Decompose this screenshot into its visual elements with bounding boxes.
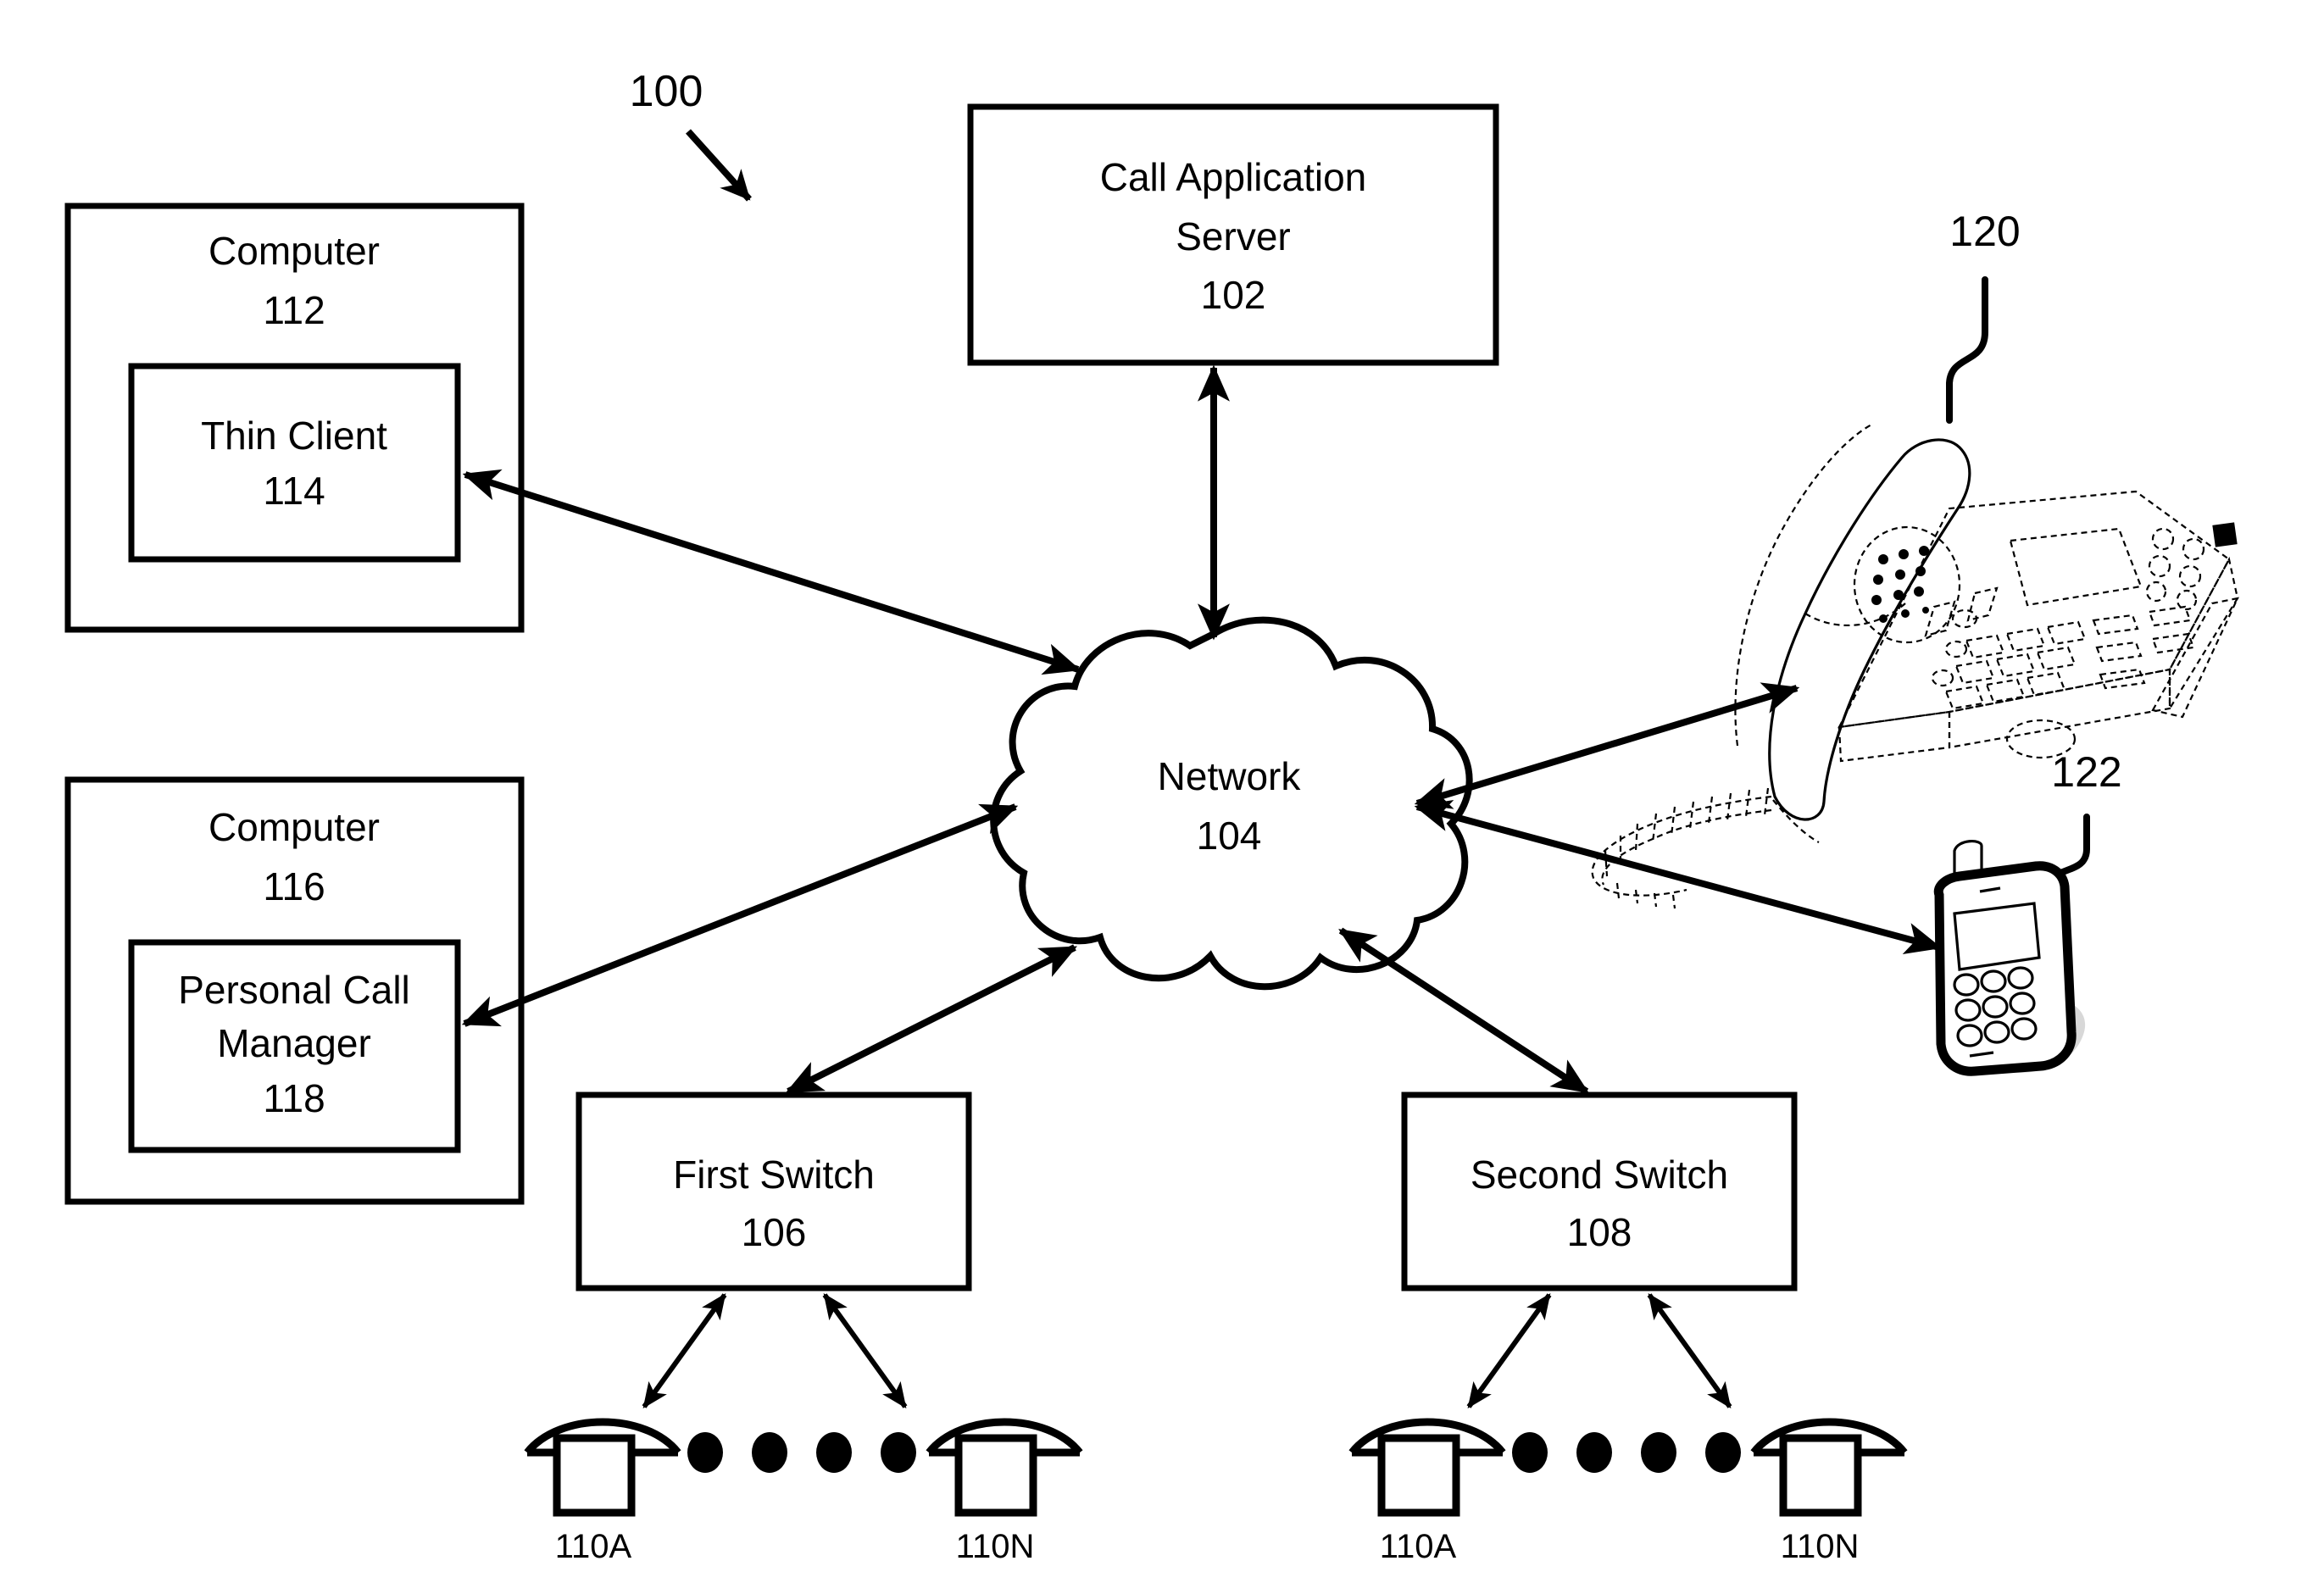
first-switch-ref: 106 bbox=[742, 1210, 807, 1254]
telephone-endpoint-icon bbox=[1750, 1418, 1908, 1517]
telephone-endpoint-icon bbox=[1348, 1418, 1506, 1517]
call-application-server-node: Call Application Server 102 bbox=[967, 103, 1499, 366]
desk-phone-keypad bbox=[1924, 527, 2205, 710]
computer-116-node: Computer 116 Personal Call Manager 118 bbox=[64, 776, 525, 1205]
desk-phone-speaker-dots bbox=[1871, 546, 1929, 623]
endpoint-ellipsis-dots-right bbox=[1512, 1432, 1741, 1473]
connection-firstswitch-endpoint-110a bbox=[642, 1293, 727, 1408]
thin-client-box bbox=[128, 363, 461, 563]
desk-phone-indicator-light bbox=[2212, 522, 2238, 547]
ellipsis-dot bbox=[1705, 1432, 1741, 1473]
computer-112-title: Computer bbox=[208, 229, 380, 273]
personal-call-manager-title-line2: Manager bbox=[217, 1021, 371, 1065]
figure-number-callout: 100 bbox=[630, 67, 752, 202]
figure-number-arrow bbox=[686, 129, 752, 202]
network-title: Network bbox=[1158, 754, 1302, 798]
call-application-server-title-line1: Call Application bbox=[1100, 155, 1367, 199]
desk-phone-base-front bbox=[1838, 710, 1951, 763]
ellipsis-dot bbox=[881, 1432, 916, 1473]
desk-phone-coiled-cord bbox=[1591, 787, 1772, 909]
connection-network-mobilephone bbox=[1414, 799, 1943, 955]
desk-phone-leader-line bbox=[1946, 276, 1988, 424]
endpoint-body-icon bbox=[553, 1434, 636, 1517]
telephone-endpoint-icon bbox=[524, 1418, 681, 1517]
desk-phone-screen bbox=[2009, 527, 2143, 607]
connection-network-deskphone bbox=[1414, 682, 1800, 809]
computer-116-ref: 116 bbox=[263, 864, 325, 908]
mobile-phone-illustration: 122 bbox=[1933, 748, 2122, 1076]
ellipsis-dot bbox=[1576, 1432, 1612, 1473]
ellipsis-dot bbox=[816, 1432, 852, 1473]
ellipsis-dot bbox=[1512, 1432, 1548, 1473]
personal-call-manager-title-line1: Personal Call bbox=[178, 968, 410, 1012]
endpoint-ellipsis-dots-left bbox=[687, 1432, 916, 1473]
mobile-phone-ref-label: 122 bbox=[2051, 748, 2121, 796]
endpoint-body-icon bbox=[1779, 1434, 1862, 1517]
first-switch-endpoints-group: 110A 110N bbox=[524, 1418, 1083, 1565]
network-cloud-node: Network 104 bbox=[990, 616, 1473, 991]
personal-call-manager-ref: 118 bbox=[263, 1076, 325, 1120]
network-architecture-diagram: 100 Computer 112 Thin Client 114 Compute… bbox=[64, 67, 2239, 1565]
first-switch-title: First Switch bbox=[673, 1153, 875, 1197]
connection-secondswitch-network bbox=[1338, 927, 1589, 1095]
endpoint-label-110a-left: 110A bbox=[555, 1528, 632, 1565]
second-switch-node: Second Switch 108 bbox=[1401, 1092, 1798, 1291]
desk-phone-ref-label: 120 bbox=[1949, 208, 2020, 255]
computer-112-ref: 112 bbox=[263, 288, 325, 332]
telephone-endpoint-icon bbox=[926, 1418, 1083, 1517]
network-cloud-shape bbox=[990, 616, 1473, 991]
endpoint-body-icon bbox=[1377, 1434, 1460, 1517]
desk-phone-handset bbox=[1768, 438, 1971, 821]
second-switch-endpoints-group: 110A 110N bbox=[1348, 1418, 1908, 1565]
call-application-server-title-line2: Server bbox=[1176, 214, 1290, 258]
connection-thinclient-network bbox=[462, 469, 1081, 675]
second-switch-ref: 108 bbox=[1567, 1210, 1632, 1254]
ellipsis-dot bbox=[752, 1432, 787, 1473]
connection-pcm-network bbox=[461, 803, 1019, 1027]
desk-phone-stand bbox=[2151, 597, 2239, 719]
endpoint-label-110a-right: 110A bbox=[1380, 1528, 1457, 1565]
connection-secondswitch-endpoint-110n bbox=[1647, 1293, 1732, 1408]
endpoint-label-110n-left: 110N bbox=[956, 1528, 1035, 1565]
connection-firstswitch-endpoint-110n bbox=[822, 1293, 908, 1408]
thin-client-title: Thin Client bbox=[201, 414, 387, 458]
desk-phone-base-front-right bbox=[1948, 668, 2171, 749]
computer-116-title: Computer bbox=[208, 805, 380, 849]
endpoint-body-icon bbox=[954, 1434, 1037, 1517]
ellipsis-dot bbox=[687, 1432, 723, 1473]
connection-secondswitch-endpoint-110a bbox=[1466, 1293, 1552, 1408]
computer-112-node: Computer 112 Thin Client 114 bbox=[64, 203, 525, 633]
thin-client-ref: 114 bbox=[263, 469, 325, 513]
first-switch-node: First Switch 106 bbox=[575, 1092, 972, 1291]
patent-figure: 100 Computer 112 Thin Client 114 Compute… bbox=[0, 0, 2324, 1572]
desk-phone-base-side bbox=[2168, 556, 2239, 712]
endpoint-label-110n-right: 110N bbox=[1781, 1528, 1860, 1565]
desk-phone-illustration: 120 bbox=[1591, 208, 2239, 909]
call-application-server-ref: 102 bbox=[1201, 273, 1266, 317]
second-switch-title: Second Switch bbox=[1471, 1153, 1728, 1197]
network-ref: 104 bbox=[1197, 814, 1262, 858]
desk-phone-earpiece-cradle bbox=[1853, 525, 1961, 644]
connection-firstswitch-network bbox=[785, 944, 1078, 1095]
figure-number-label: 100 bbox=[630, 67, 703, 116]
ellipsis-dot bbox=[1641, 1432, 1676, 1473]
